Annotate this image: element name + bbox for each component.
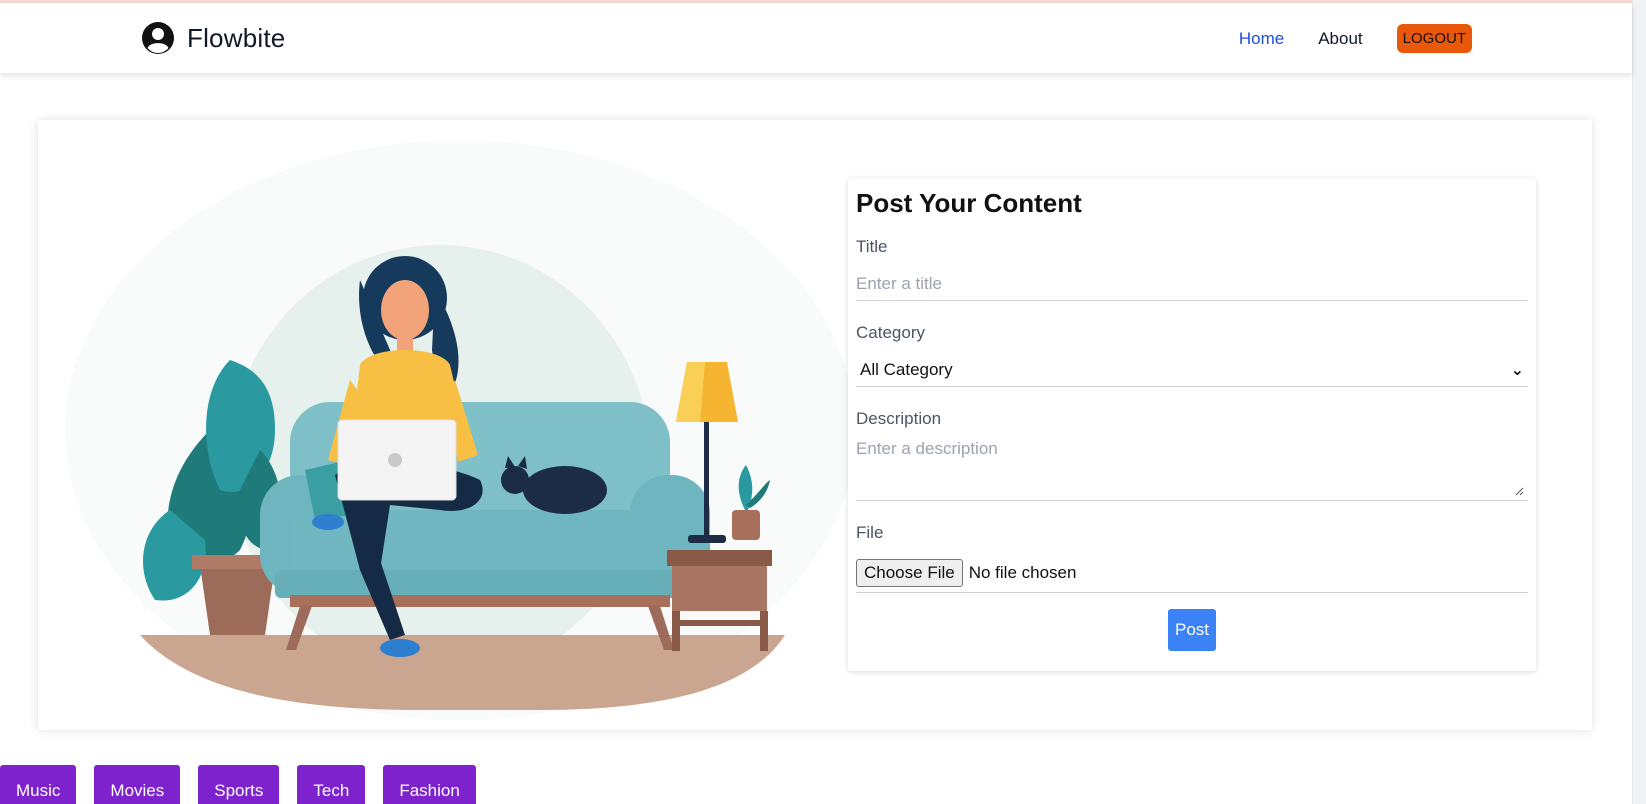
brand[interactable]: Flowbite — [141, 21, 285, 55]
file-status-text: No file chosen — [968, 562, 1077, 582]
description-textarea-wrapper — [856, 439, 1528, 501]
post-content-form: Post Your Content Title Category All Cat… — [848, 178, 1536, 671]
description-label: Description — [856, 409, 942, 428]
main-card: Post Your Content Title Category All Cat… — [38, 120, 1592, 730]
description-textarea[interactable] — [856, 439, 1528, 500]
form-title: Post Your Content — [856, 188, 1082, 218]
category-sports-button[interactable]: Sports — [198, 765, 280, 804]
category-fashion-button[interactable]: Fashion — [383, 765, 476, 804]
file-field-group: File Choose File No file chosen — [856, 523, 1528, 593]
nav-about-link[interactable]: About — [1318, 29, 1362, 49]
title-field-group: Title — [856, 237, 1528, 301]
choose-file-button[interactable]: Choose File — [856, 558, 963, 587]
category-select[interactable]: All Category ⌄ — [856, 353, 1528, 387]
nav-links: Home About LOGOUT — [1239, 24, 1472, 53]
logout-button[interactable]: LOGOUT — [1396, 24, 1472, 53]
description-field-group: Description — [856, 409, 1528, 501]
category-music-button[interactable]: Music — [0, 765, 77, 804]
category-field-group: Category All Category ⌄ — [856, 323, 1528, 387]
category-selected-value: All Category — [860, 359, 953, 379]
file-input: Choose File No file chosen — [856, 553, 1528, 593]
user-circle-icon — [142, 22, 174, 54]
title-label: Title — [856, 237, 888, 256]
post-button-wrapper: Post — [856, 609, 1528, 651]
navbar: Flowbite Home About LOGOUT — [0, 3, 1632, 73]
woman-on-couch-illustration — [65, 140, 855, 720]
category-buttons: Music Movies Sports Tech Fashion — [0, 765, 476, 804]
category-tech-button[interactable]: Tech — [297, 765, 366, 804]
brand-name: Flowbite — [187, 22, 286, 53]
chevron-down-icon: ⌄ — [1510, 361, 1524, 379]
scrollbar-track[interactable] — [1632, 0, 1646, 804]
post-button[interactable]: Post — [1168, 609, 1216, 651]
nav-home-link[interactable]: Home — [1239, 29, 1284, 49]
resize-handle-icon[interactable] — [1514, 486, 1524, 496]
title-input[interactable] — [856, 267, 1528, 301]
category-movies-button[interactable]: Movies — [94, 765, 181, 804]
file-label: File — [856, 523, 884, 542]
page: Flowbite Home About LOGOUT Post Your Con… — [0, 0, 1646, 804]
category-label: Category — [856, 323, 925, 342]
